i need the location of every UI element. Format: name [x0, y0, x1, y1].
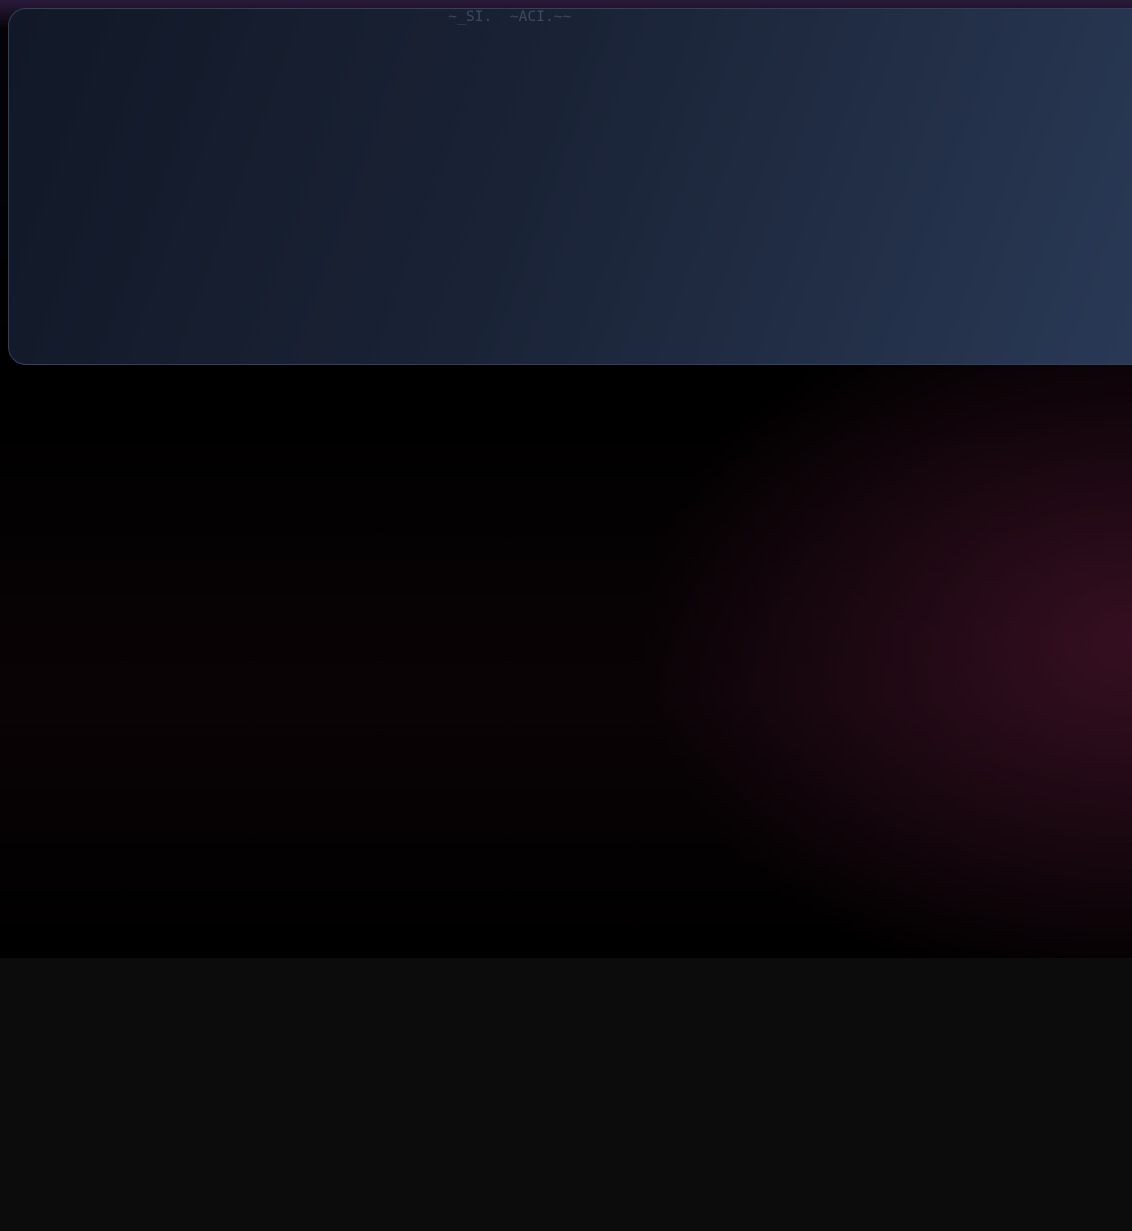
hero-banner: ~_SI. ~ACI.~~	[8, 8, 1132, 365]
ascii-art-background: ~_SI. ~ACI.~~	[9, 8, 572, 25]
